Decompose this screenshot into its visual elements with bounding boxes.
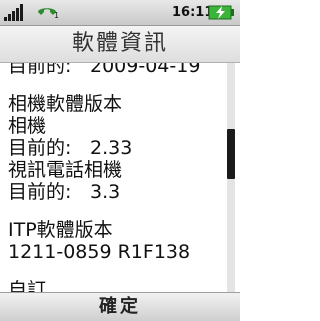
info-label: 目前的: [8, 181, 72, 203]
battery-charging-icon [208, 5, 234, 20]
info-line: 目前的: 2.33 [8, 137, 132, 159]
info-line: 自訂 [8, 279, 46, 292]
softkey-bar: 確定 [0, 292, 240, 321]
info-line: 1211-0859 R1F138 [8, 241, 190, 263]
info-label: 相機軟體版本 [8, 93, 123, 115]
info-label: 1211-0859 R1F138 [8, 241, 191, 263]
info-label: ITP軟體版本 [8, 219, 113, 241]
missed-call-count: 1 [54, 11, 60, 20]
info-line: ITP軟體版本 [8, 219, 113, 241]
info-label: 目前的: [8, 63, 72, 77]
info-value: 2.33 [90, 137, 133, 159]
info-line: 目前的: 3.3 [8, 181, 120, 203]
info-value: 3.3 [90, 181, 121, 203]
info-line: 相機軟體版本 [8, 93, 122, 115]
info-line: 目前的: 2009-04-19 [8, 63, 200, 77]
info-content[interactable]: 目前的: 2009-04-19 相機軟體版本 相機 目前的: 2.33 視訊電話… [0, 63, 226, 292]
scrollbar[interactable] [227, 63, 235, 292]
info-line: 相機 [8, 115, 46, 137]
status-bar: 1 16:11 [0, 0, 240, 26]
scrollbar-thumb[interactable] [227, 129, 235, 179]
info-label: 自訂 [8, 279, 47, 292]
info-line: 視訊電話相機 [8, 159, 122, 181]
signal-strength-icon [4, 4, 23, 21]
ok-button[interactable]: 確定 [99, 296, 141, 317]
info-label: 相機 [8, 115, 47, 137]
info-label: 視訊電話相機 [8, 159, 123, 181]
info-label: 目前的: [8, 137, 72, 159]
info-value: 2009-04-19 [90, 63, 201, 77]
page-title: 軟體資訊 [0, 26, 240, 63]
